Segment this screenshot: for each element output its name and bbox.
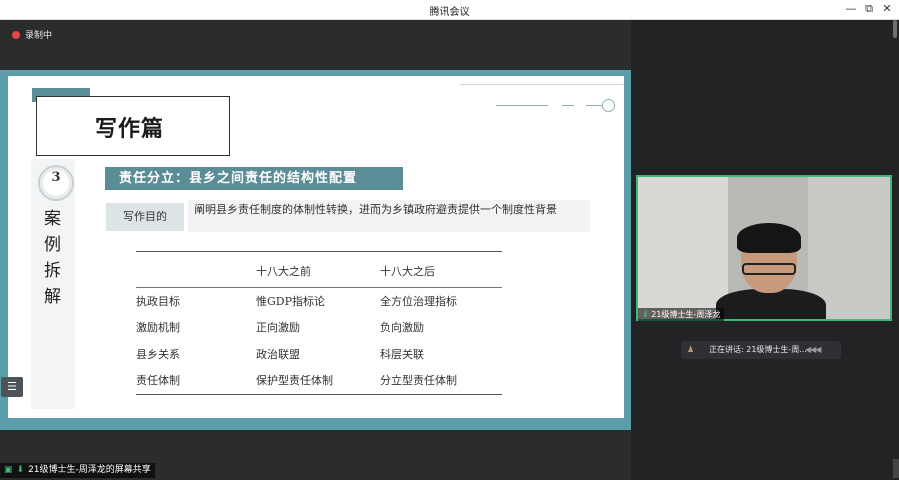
- restore-button[interactable]: ⧉: [860, 1, 878, 17]
- video-background: [638, 177, 728, 319]
- table-cell: 政治联盟: [256, 348, 300, 361]
- window-title: 腾讯会议: [429, 7, 470, 18]
- vertical-char: 解: [44, 287, 61, 307]
- participant-figure: [737, 223, 801, 253]
- vertical-char: 例: [44, 235, 61, 255]
- table-header-rule: [136, 287, 502, 288]
- table-cell: 激励机制: [136, 321, 180, 334]
- decor-line: [460, 84, 624, 85]
- purpose-label: 写作目的: [106, 203, 184, 231]
- share-indicator[interactable]: ▣ ⬇ 21级博士生-周泽龙的屏幕共享: [0, 463, 155, 478]
- title-box: 写作篇: [36, 96, 230, 156]
- purpose-text: 阐明县乡责任制度的体制性转换，进而为乡镇政府避责提供一个制度性背景: [194, 203, 557, 216]
- recording-label: 录制中: [25, 31, 53, 41]
- slide: 写作篇 3 案 例 拆 解 责任分立：县乡之间责任的结构性配置 写作目的 阐明县…: [8, 76, 624, 418]
- speaking-text: 正在讲话: 21级博士生-周...: [709, 341, 807, 359]
- participant-name: 21级博士生-周泽龙: [651, 310, 721, 319]
- decor-dash: [496, 105, 548, 106]
- table-cell: 正向激励: [256, 321, 300, 334]
- section-number: 3: [51, 170, 61, 185]
- table-cell: 惟GDP指标论: [256, 295, 326, 308]
- table-bottom-rule: [136, 394, 502, 395]
- table-cell: 保护型责任体制: [256, 374, 333, 387]
- table-cell: 分立型责任体制: [380, 374, 457, 387]
- minimize-button[interactable]: —: [842, 1, 860, 17]
- decor-circle-icon: [602, 99, 615, 112]
- table-header-cell: 十八大之后: [380, 265, 435, 278]
- mic-icon: ⬇: [16, 465, 25, 475]
- mic-icon: ⬇: [642, 310, 649, 319]
- table-top-rule: [136, 251, 502, 252]
- table-cell: 县乡关系: [136, 348, 180, 361]
- recording-indicator: 录制中: [12, 28, 52, 41]
- section-vertical-label: 案 例 拆 解: [44, 206, 64, 310]
- participant-label: ⬇ 21级博士生-周泽龙: [638, 308, 725, 321]
- decor-dash: [586, 105, 602, 106]
- title-bar: 腾讯会议 — ⧉ ✕: [0, 0, 899, 20]
- vertical-char: 案: [44, 209, 61, 229]
- screen-share-icon: ▣: [4, 465, 13, 475]
- vertical-char: 拆: [44, 261, 61, 281]
- table-cell: 全方位治理指标: [380, 295, 457, 308]
- table-cell: 科层关联: [380, 348, 424, 361]
- decor-dash: [562, 105, 574, 106]
- share-label: 21级博士生-周泽龙的屏幕共享: [28, 465, 151, 475]
- audio-level-icon: ◀◀◀: [805, 345, 822, 354]
- cloud-record-icon: [12, 30, 20, 39]
- participant-figure: [742, 263, 796, 275]
- speaker-avatar-icon: ♟: [687, 345, 695, 354]
- corner-handle: [893, 459, 899, 478]
- slide-title: 写作篇: [95, 117, 165, 142]
- table-cell: 执政目标: [136, 295, 180, 308]
- list-toggle-icon[interactable]: ☰: [1, 377, 23, 397]
- slide-bottom-strip: [0, 425, 631, 430]
- speaking-name: 21级博士生-周...: [746, 345, 807, 354]
- speaking-prefix: 正在讲话:: [709, 345, 747, 354]
- subheading: 责任分立：县乡之间责任的结构性配置: [105, 167, 403, 190]
- participant-figure: [716, 289, 826, 319]
- table-cell: 负向激励: [380, 321, 424, 334]
- table-cell: 责任体制: [136, 374, 180, 387]
- close-button[interactable]: ✕: [878, 1, 896, 17]
- table-header-cell: 十八大之前: [256, 265, 311, 278]
- participant-video[interactable]: [636, 175, 892, 321]
- panel-scrollbar[interactable]: [893, 20, 897, 38]
- speaking-indicator: ♟ 正在讲话: 21级博士生-周... ◀◀◀: [681, 341, 841, 359]
